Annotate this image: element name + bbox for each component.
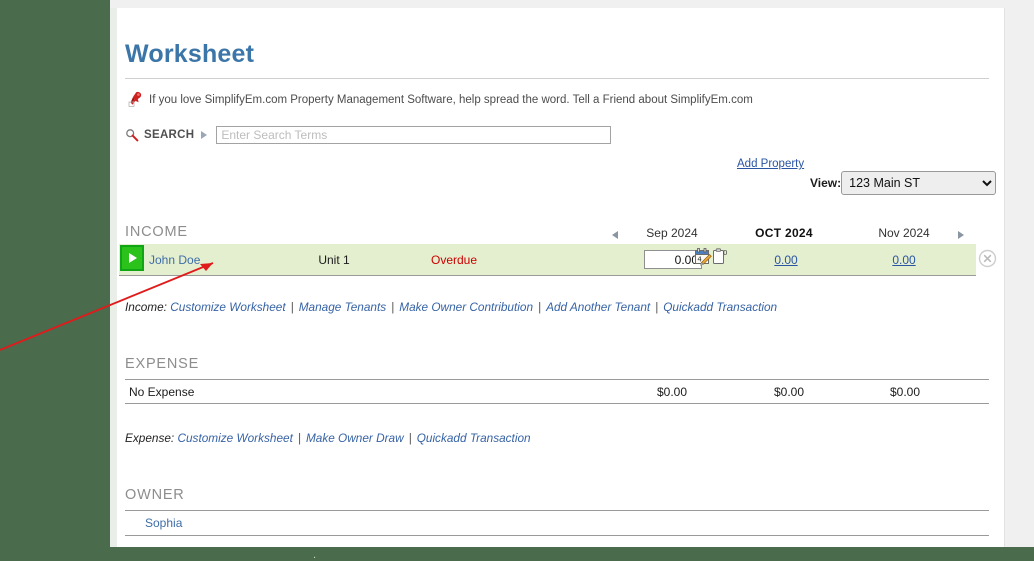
income-actions-label: Income: (125, 300, 167, 314)
amount-input[interactable] (644, 250, 702, 269)
search-row: SEARCH (125, 126, 611, 144)
magnifier-icon (125, 128, 139, 142)
title-divider (125, 78, 989, 79)
month-header-current: OCT 2024 (724, 226, 844, 240)
bottom-partial-row: . (313, 549, 316, 561)
income-table-row: John Doe Unit 1 Overdue 4 (119, 244, 976, 276)
income-action-add-another-tenant[interactable]: Add Another Tenant (546, 300, 650, 314)
month-amount-nov[interactable]: 0.00 (849, 253, 959, 267)
month-header-label: Sep 2024 (646, 226, 697, 240)
expense-top-rule (125, 379, 989, 380)
expense-action-quickadd-transaction[interactable]: Quickadd Transaction (417, 431, 531, 445)
expense-action-make-owner-draw[interactable]: Make Owner Draw (306, 431, 404, 445)
circle-x-icon[interactable] (978, 249, 997, 268)
income-action-manage-tenants[interactable]: Manage Tenants (299, 300, 386, 314)
triangle-right-icon (201, 131, 207, 139)
income-actions: Income: Customize Worksheet|Manage Tenan… (125, 300, 777, 314)
expense-action-customize-worksheet[interactable]: Customize Worksheet (177, 431, 292, 445)
triangle-left-icon[interactable] (612, 231, 618, 239)
row-icon-group: 4 0 (695, 248, 728, 266)
expense-empty-label: No Expense (129, 385, 194, 399)
view-label: View: (810, 176, 841, 190)
income-action-make-owner-contribution[interactable]: Make Owner Contribution (399, 300, 533, 314)
search-label: SEARCH (144, 129, 194, 141)
expense-section-heading: EXPENSE (125, 356, 199, 372)
expense-amount-oct: $0.00 (729, 385, 849, 399)
unit-cell: Unit 1 (289, 253, 379, 267)
expand-row-button[interactable] (120, 245, 144, 271)
property-view-select[interactable]: 123 Main ST (841, 171, 996, 195)
month-header-next: Nov 2024 (844, 226, 964, 240)
month-header-label: OCT 2024 (755, 226, 813, 240)
owner-section-heading: OWNER (125, 487, 185, 503)
expense-actions-label: Expense: (125, 431, 174, 445)
expense-actions: Expense: Customize Worksheet|Make Owner … (125, 431, 531, 445)
owner-top-rule (125, 510, 989, 511)
page-title: Worksheet (125, 40, 254, 69)
income-action-quickadd-transaction[interactable]: Quickadd Transaction (663, 300, 777, 314)
income-action-customize-worksheet[interactable]: Customize Worksheet (170, 300, 285, 314)
month-header-label: Nov 2024 (878, 226, 929, 240)
search-input[interactable] (216, 126, 611, 144)
desktop-background (0, 0, 110, 547)
expense-bottom-rule (125, 403, 989, 404)
triangle-right-expand-icon (129, 253, 137, 263)
promo-banner: If you love SimplifyEm.com Property Mana… (127, 91, 753, 109)
income-section-heading: INCOME (125, 224, 188, 240)
expense-amount-sep: $0.00 (612, 385, 732, 399)
tenant-name-link[interactable]: John Doe (149, 253, 200, 267)
view-control: View: 123 Main ST (810, 171, 996, 195)
month-amount-oct[interactable]: 0.00 (731, 253, 841, 267)
add-property-link[interactable]: Add Property (737, 158, 804, 170)
triangle-right-icon[interactable] (958, 231, 964, 239)
owner-name-link[interactable]: Sophia (145, 516, 182, 530)
pushpin-icon (127, 91, 143, 109)
worksheet-content-card: Worksheet If you love SimplifyEm.com Pro… (117, 8, 1005, 547)
screenshot-root: Worksheet If you love SimplifyEm.com Pro… (0, 0, 1034, 547)
expense-amount-nov: $0.00 (845, 385, 965, 399)
note-clipboard-icon[interactable]: 0 (713, 248, 728, 266)
status-badge: Overdue (399, 253, 509, 267)
owner-bottom-rule (125, 535, 989, 536)
month-header-prev: Sep 2024 (612, 226, 732, 240)
note-badge-count: 0 (723, 249, 727, 257)
promo-text: If you love SimplifyEm.com Property Mana… (149, 94, 753, 106)
calendar-pencil-icon[interactable]: 4 (695, 248, 712, 266)
